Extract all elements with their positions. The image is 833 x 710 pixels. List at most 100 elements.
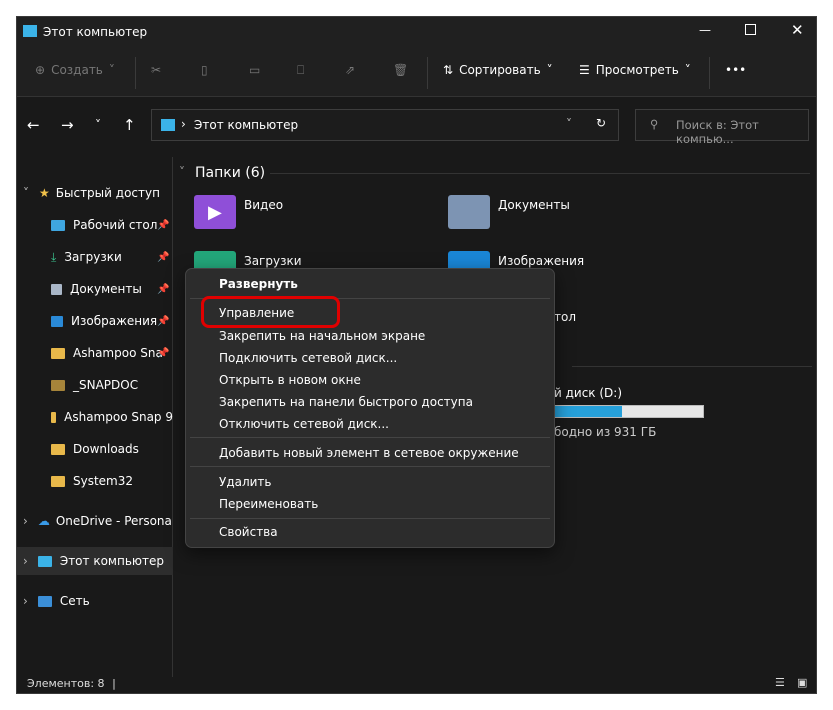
highlight-box bbox=[201, 296, 340, 328]
nav-label: Ashampoo Snap 9 bbox=[64, 410, 173, 424]
computer-icon bbox=[23, 25, 37, 37]
nav-this-pc[interactable]: › Этот компьютер bbox=[17, 547, 173, 575]
folder-label[interactable]: тол bbox=[554, 310, 576, 324]
rename-icon[interactable]: ⎕ bbox=[297, 63, 304, 78]
nav-folder[interactable]: Ashampoo Sna 📌 bbox=[17, 339, 173, 367]
folders-header: Папки (6) bbox=[195, 165, 266, 181]
nav-label: System32 bbox=[73, 474, 134, 488]
nav-label: Ashampoo Sna bbox=[73, 346, 163, 360]
up-icon[interactable]: ↑ bbox=[123, 116, 136, 134]
forward-icon[interactable]: → bbox=[61, 116, 74, 134]
copy-icon[interactable]: ▯ bbox=[201, 63, 208, 77]
nav-folder[interactable]: _SNAPDOC bbox=[17, 371, 173, 399]
nav-pictures[interactable]: Изображения 📌 bbox=[17, 307, 173, 335]
menu-item-rename[interactable]: Переименовать bbox=[219, 497, 318, 511]
nav-desktop[interactable]: Рабочий стол 📌 bbox=[17, 211, 173, 239]
address-bar[interactable]: › Этот компьютер ˅ ↻ bbox=[151, 109, 619, 141]
folder-label[interactable]: Документы bbox=[498, 198, 570, 212]
menu-item-pin-quick-access[interactable]: Закрепить на панели быстрого доступа bbox=[219, 395, 473, 409]
share-icon[interactable]: ⇗ bbox=[345, 63, 355, 77]
folder-icon bbox=[51, 347, 65, 359]
sort-label: Сортировать bbox=[459, 63, 541, 77]
breadcrumb[interactable]: Этот компьютер bbox=[194, 118, 298, 132]
folder-icon bbox=[51, 379, 65, 391]
cut-icon[interactable]: ✂ bbox=[151, 63, 161, 77]
disk-usage-bar bbox=[554, 405, 704, 418]
delete-icon[interactable]: 🗑 bbox=[393, 63, 408, 77]
menu-item-add-network-location[interactable]: Добавить новый элемент в сетевое окружен… bbox=[219, 446, 519, 460]
folder-icon bbox=[51, 475, 65, 487]
details-view-icon[interactable]: ☰ bbox=[775, 676, 785, 689]
documents-folder-icon[interactable] bbox=[448, 195, 490, 229]
create-label: Создать bbox=[51, 63, 103, 77]
nav-label: Downloads bbox=[73, 442, 139, 456]
minimize-button[interactable]: — bbox=[699, 23, 711, 37]
plus-circle-icon: ⊕ bbox=[35, 63, 46, 77]
toolbar: ⊕ Создать ˅ ✂ ▯ ▭ ⎕ ⇗ 🗑 ⇅ Сортировать ˅ ☰ Про… bbox=[17, 49, 816, 97]
menu-item-properties[interactable]: Свойства bbox=[219, 525, 278, 539]
breadcrumb-chevron-icon: › bbox=[181, 117, 186, 131]
network-icon bbox=[37, 595, 52, 607]
tiles-view-icon[interactable]: ▣ bbox=[797, 676, 807, 689]
desktop-icon bbox=[51, 219, 65, 231]
folder-label[interactable]: Видео bbox=[244, 198, 283, 212]
star-icon: ★ bbox=[39, 186, 50, 200]
folder-icon bbox=[51, 443, 65, 455]
paste-icon[interactable]: ▭ bbox=[249, 63, 260, 77]
menu-item-map-drive[interactable]: Подключить сетевой диск... bbox=[219, 351, 397, 365]
more-button[interactable]: ••• bbox=[725, 63, 746, 77]
menu-item-delete[interactable]: Удалить bbox=[219, 475, 272, 489]
back-icon[interactable]: ← bbox=[27, 116, 40, 134]
folder-label[interactable]: Загрузки bbox=[244, 254, 302, 268]
download-icon: ⤓ bbox=[51, 249, 57, 264]
create-button[interactable]: ⊕ Создать ˅ bbox=[35, 63, 115, 77]
menu-item-disconnect-drive[interactable]: Отключить сетевой диск... bbox=[219, 417, 389, 431]
cloud-icon: ☁ bbox=[37, 514, 50, 528]
recent-chevron-icon[interactable]: ˅ bbox=[95, 118, 101, 132]
pictures-icon bbox=[51, 315, 63, 327]
nav-folder[interactable]: Downloads bbox=[17, 435, 173, 463]
chevron-down-icon[interactable]: ˅ bbox=[566, 117, 572, 131]
document-icon bbox=[51, 283, 62, 295]
nav-network[interactable]: › Сеть bbox=[17, 587, 173, 615]
chevron-down-icon: ˅ bbox=[108, 63, 115, 77]
nav-folder[interactable]: System32 bbox=[17, 467, 173, 495]
nav-documents[interactable]: Документы 📌 bbox=[17, 275, 173, 303]
nav-label: Загрузки bbox=[64, 250, 122, 264]
close-button[interactable]: ✕ bbox=[791, 21, 804, 39]
pin-icon: 📌 bbox=[157, 315, 170, 327]
video-folder-icon[interactable]: ▶ bbox=[194, 195, 236, 229]
nav-label: Этот компьютер bbox=[59, 554, 164, 568]
refresh-icon[interactable]: ↻ bbox=[596, 116, 606, 130]
nav-label: _SNAPDOC bbox=[73, 378, 139, 392]
menu-item-open-new-window[interactable]: Открыть в новом окне bbox=[219, 373, 361, 387]
nav-label: Изображения bbox=[71, 314, 158, 328]
status-bar: Элементов: 8 | ☰ ▣ bbox=[27, 676, 808, 690]
sort-button[interactable]: ⇅ Сортировать ˅ bbox=[443, 63, 553, 77]
search-input[interactable]: ⚲ Поиск в: Этот компью... bbox=[635, 109, 809, 146]
window-title: Этот компьютер bbox=[43, 25, 148, 39]
navigation-pane: ˅ ★ Быстрый доступ Рабочий стол 📌 ⤓ Загрузки… bbox=[17, 157, 173, 677]
nav-label: Документы bbox=[70, 282, 142, 296]
pin-icon: 📌 bbox=[157, 251, 170, 263]
search-placeholder: Поиск в: Этот компью... bbox=[676, 118, 759, 146]
nav-folder[interactable]: Ashampoo Snap 9 bbox=[17, 403, 173, 431]
nav-downloads[interactable]: ⤓ Загрузки 📌 bbox=[17, 243, 173, 271]
disk-label[interactable]: й диск (D:) bbox=[554, 386, 622, 400]
disk-usage-fill bbox=[555, 406, 622, 417]
menu-item-pin-start[interactable]: Закрепить на начальном экране bbox=[219, 329, 425, 343]
nav-quick-access[interactable]: ˅ ★ Быстрый доступ bbox=[17, 179, 173, 207]
view-label: Просмотреть bbox=[595, 63, 679, 77]
collapse-chevron-icon[interactable]: ˅ bbox=[179, 165, 185, 179]
nav-label: OneDrive - Personal bbox=[55, 514, 173, 528]
nav-onedrive[interactable]: › ☁ OneDrive - Personal bbox=[17, 507, 173, 535]
maximize-button[interactable] bbox=[745, 24, 756, 35]
item-count: Элементов: 8 bbox=[27, 677, 105, 690]
menu-item-expand[interactable]: Развернуть bbox=[219, 277, 298, 291]
folder-label[interactable]: Изображения bbox=[498, 254, 584, 268]
view-button[interactable]: ☰ Просмотреть ˅ bbox=[579, 63, 691, 77]
chevron-down-icon: ˅ bbox=[684, 63, 691, 77]
view-icon: ☰ bbox=[579, 63, 590, 77]
pin-icon: 📌 bbox=[157, 219, 170, 231]
title-bar: Этот компьютер — ✕ bbox=[17, 17, 816, 49]
